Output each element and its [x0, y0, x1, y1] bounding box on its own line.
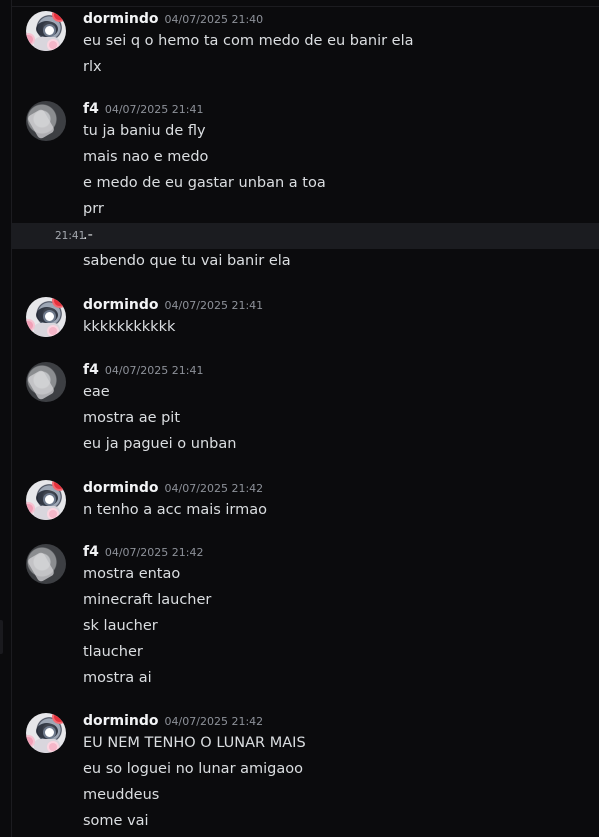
message-line: meuddeus: [83, 787, 160, 803]
message-line: sabendo que tu vai banir ela: [83, 253, 291, 269]
message-line: minecraft laucher: [83, 592, 212, 608]
message-line: eu ja paguei o unban: [83, 436, 237, 452]
avatar[interactable]: [26, 713, 66, 753]
message-line: eae: [83, 384, 110, 400]
message-line: rlx: [83, 59, 102, 75]
timestamp: 04/07/2025 21:41: [104, 364, 204, 377]
message-line: n tenho a acc mais irmao: [83, 502, 268, 518]
message-line: e medo de eu gastar unban a toa: [83, 175, 326, 191]
hovered-message-row[interactable]: 21:41 .-: [11, 223, 599, 249]
channel-top-border: [11, 6, 599, 7]
timestamp: 04/07/2025 21:42: [164, 482, 264, 495]
timestamp: 04/07/2025 21:41: [104, 103, 204, 116]
username[interactable]: dormindo 04/07/2025 21:42: [83, 713, 263, 729]
message-line: tlaucher: [83, 644, 143, 660]
avatar[interactable]: [26, 544, 66, 584]
message-line: .-: [83, 227, 93, 243]
hover-timestamp: 21:41: [55, 230, 86, 242]
message-line: mais nao e medo: [83, 149, 209, 165]
message-line: mostra ai: [83, 670, 152, 686]
avatar[interactable]: [26, 101, 66, 141]
message-line: eu so loguei no lunar amigaoo: [83, 761, 304, 777]
username[interactable]: dormindo 04/07/2025 21:40: [83, 11, 263, 27]
avatar[interactable]: [26, 480, 66, 520]
scroll-handle[interactable]: [0, 620, 3, 654]
timestamp: 04/07/2025 21:41: [164, 299, 264, 312]
avatar[interactable]: [26, 11, 66, 51]
message-line: tu ja baniu de fly: [83, 123, 206, 139]
username[interactable]: dormindo 04/07/2025 21:41: [83, 297, 263, 313]
message-line: mostra entao: [83, 566, 181, 582]
channel-left-border: [11, 0, 12, 837]
message-line: some vai: [83, 813, 149, 829]
avatar[interactable]: [26, 297, 66, 337]
message-line: mostra ae pit: [83, 410, 181, 426]
avatar[interactable]: [26, 362, 66, 402]
message-line: EU NEM TENHO O LUNAR MAIS: [83, 735, 306, 751]
timestamp: 04/07/2025 21:42: [104, 546, 204, 559]
username[interactable]: f4 04/07/2025 21:41: [83, 362, 203, 378]
message-line: kkkkkkkkkkk: [83, 319, 176, 335]
username[interactable]: dormindo 04/07/2025 21:42: [83, 480, 263, 496]
username[interactable]: f4 04/07/2025 21:42: [83, 544, 203, 560]
timestamp: 04/07/2025 21:40: [164, 13, 264, 26]
message-line: eu sei q o hemo ta com medo de eu banir …: [83, 33, 414, 49]
message-line: prr: [83, 201, 104, 217]
username[interactable]: f4 04/07/2025 21:41: [83, 101, 203, 117]
message-line: sk laucher: [83, 618, 158, 634]
timestamp: 04/07/2025 21:42: [164, 715, 264, 728]
